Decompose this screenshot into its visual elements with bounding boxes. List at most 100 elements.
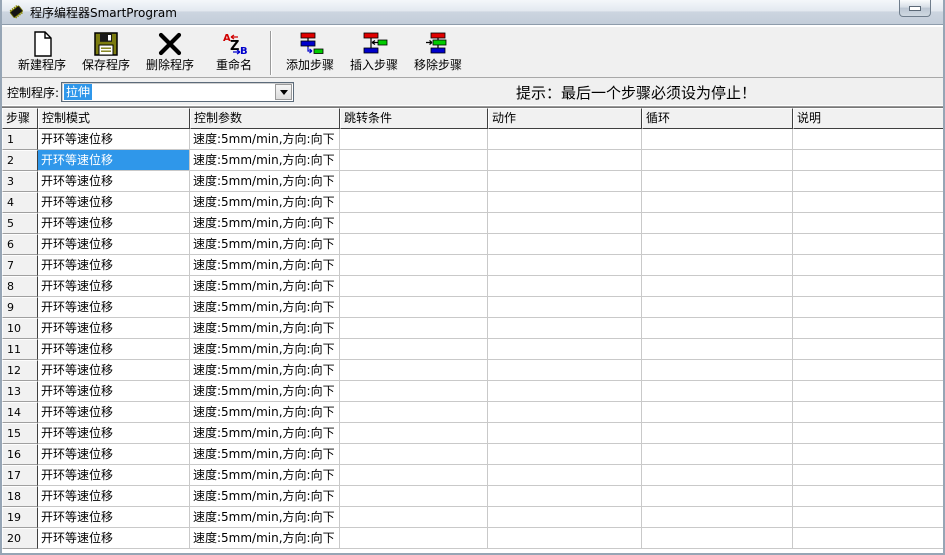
minimize-button[interactable] (899, 0, 931, 17)
grid-cell[interactable]: 速度:5mm/min,方向:向下 (190, 276, 340, 297)
grid-cell[interactable]: 开环等速位移 (38, 192, 190, 213)
row-number-cell[interactable]: 5 (2, 213, 38, 234)
row-number-cell[interactable]: 3 (2, 171, 38, 192)
grid-cell[interactable] (488, 381, 642, 402)
grid-cell[interactable]: 开环等速位移 (38, 444, 190, 465)
grid-cell[interactable] (793, 339, 943, 360)
row-number-cell[interactable]: 14 (2, 402, 38, 423)
grid-cell[interactable]: 开环等速位移 (38, 465, 190, 486)
grid-cell[interactable] (793, 486, 943, 507)
grid-cell[interactable] (793, 381, 943, 402)
grid-cell[interactable] (642, 486, 793, 507)
grid-cell[interactable] (340, 423, 488, 444)
grid-cell[interactable] (488, 444, 642, 465)
grid-cell[interactable] (793, 192, 943, 213)
grid-cell[interactable] (642, 339, 793, 360)
grid-cell[interactable] (340, 297, 488, 318)
grid-cell[interactable] (793, 171, 943, 192)
row-number-cell[interactable]: 4 (2, 192, 38, 213)
row-number-cell[interactable]: 9 (2, 297, 38, 318)
grid-cell[interactable]: 开环等速位移 (38, 486, 190, 507)
grid-cell[interactable] (488, 360, 642, 381)
grid-cell[interactable] (793, 150, 943, 171)
row-number-cell[interactable]: 6 (2, 234, 38, 255)
grid-cell[interactable]: 速度:5mm/min,方向:向下 (190, 192, 340, 213)
grid-cell[interactable] (488, 318, 642, 339)
grid-cell[interactable]: 速度:5mm/min,方向:向下 (190, 486, 340, 507)
grid-cell[interactable] (340, 129, 488, 150)
row-number-cell[interactable]: 12 (2, 360, 38, 381)
grid-cell[interactable] (340, 213, 488, 234)
grid-cell[interactable] (488, 234, 642, 255)
grid-cell[interactable]: 速度:5mm/min,方向:向下 (190, 234, 340, 255)
grid-cell[interactable] (793, 402, 943, 423)
row-number-cell[interactable]: 19 (2, 507, 38, 528)
grid-cell[interactable] (793, 465, 943, 486)
grid-cell[interactable]: 速度:5mm/min,方向:向下 (190, 507, 340, 528)
grid-cell[interactable] (340, 465, 488, 486)
grid-cell[interactable]: 开环等速位移 (38, 213, 190, 234)
grid-cell[interactable] (642, 297, 793, 318)
row-number-cell[interactable]: 18 (2, 486, 38, 507)
grid-cell[interactable]: 速度:5mm/min,方向:向下 (190, 423, 340, 444)
grid-cell[interactable] (340, 486, 488, 507)
grid-cell[interactable] (793, 276, 943, 297)
grid-cell[interactable] (488, 486, 642, 507)
column-header[interactable]: 跳转条件 (340, 108, 488, 129)
row-number-cell[interactable]: 11 (2, 339, 38, 360)
grid-cell[interactable] (793, 318, 943, 339)
grid-cell[interactable] (793, 507, 943, 528)
grid-cell[interactable]: 速度:5mm/min,方向:向下 (190, 444, 340, 465)
grid-cell[interactable]: 速度:5mm/min,方向:向下 (190, 381, 340, 402)
grid-cell[interactable] (340, 192, 488, 213)
grid-cell[interactable] (340, 171, 488, 192)
combo-dropdown-button[interactable] (275, 84, 292, 100)
grid-cell[interactable] (488, 465, 642, 486)
grid-cell[interactable] (488, 339, 642, 360)
grid-cell[interactable] (793, 444, 943, 465)
grid-cell[interactable] (642, 150, 793, 171)
grid-cell[interactable]: 速度:5mm/min,方向:向下 (190, 213, 340, 234)
grid-cell[interactable] (340, 528, 488, 549)
grid-cell[interactable] (340, 402, 488, 423)
grid-cell[interactable] (488, 171, 642, 192)
row-number-cell[interactable]: 2 (2, 150, 38, 171)
grid-cell[interactable] (642, 381, 793, 402)
row-number-cell[interactable]: 17 (2, 465, 38, 486)
grid-cell[interactable] (340, 339, 488, 360)
grid-cell[interactable]: 速度:5mm/min,方向:向下 (190, 129, 340, 150)
grid-cell[interactable] (488, 507, 642, 528)
grid-cell[interactable]: 开环等速位移 (38, 297, 190, 318)
grid-cell[interactable] (340, 381, 488, 402)
column-header[interactable]: 控制模式 (38, 108, 190, 129)
grid-cell[interactable] (642, 318, 793, 339)
grid-cell[interactable]: 速度:5mm/min,方向:向下 (190, 528, 340, 549)
grid-cell[interactable] (340, 255, 488, 276)
grid-cell[interactable] (340, 507, 488, 528)
grid-cell[interactable] (642, 276, 793, 297)
grid-cell[interactable] (793, 297, 943, 318)
grid-cell[interactable]: 开环等速位移 (38, 507, 190, 528)
grid-cell[interactable] (642, 444, 793, 465)
grid-cell[interactable] (793, 234, 943, 255)
grid-cell[interactable]: 开环等速位移 (38, 234, 190, 255)
grid-cell[interactable] (340, 150, 488, 171)
grid-cell[interactable]: 速度:5mm/min,方向:向下 (190, 297, 340, 318)
control-program-select[interactable]: 拉伸 (61, 82, 294, 102)
grid-cell[interactable] (340, 276, 488, 297)
grid-cell[interactable] (642, 234, 793, 255)
grid-cell[interactable] (642, 171, 793, 192)
grid-cell[interactable] (642, 423, 793, 444)
grid-cell[interactable] (488, 528, 642, 549)
grid-cell[interactable] (793, 213, 943, 234)
rename-button[interactable]: A Z B 重命名 (202, 29, 266, 76)
grid-cell[interactable] (793, 129, 943, 150)
row-number-cell[interactable]: 7 (2, 255, 38, 276)
grid-cell[interactable] (793, 255, 943, 276)
grid-cell[interactable]: 开环等速位移 (38, 528, 190, 549)
grid-cell[interactable] (642, 465, 793, 486)
grid-cell[interactable] (488, 423, 642, 444)
row-number-cell[interactable]: 1 (2, 129, 38, 150)
row-number-cell[interactable]: 8 (2, 276, 38, 297)
grid-cell[interactable] (642, 213, 793, 234)
